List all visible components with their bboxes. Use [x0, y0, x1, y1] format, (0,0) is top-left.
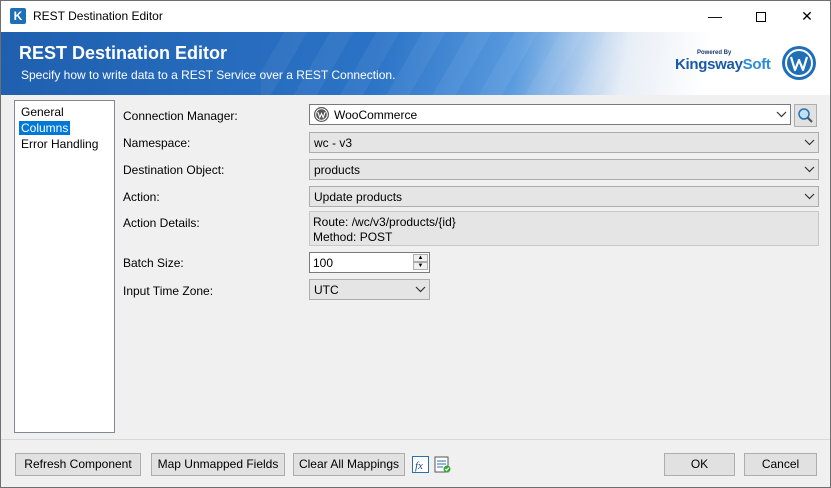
- wordpress-logo-icon: [782, 46, 816, 80]
- nav-item-columns[interactable]: Columns: [19, 121, 71, 135]
- stepper-up-icon[interactable]: ▲: [413, 254, 428, 262]
- action-details-method: Method: POST: [313, 230, 393, 244]
- destination-object-value: products: [314, 163, 361, 177]
- batch-size-stepper[interactable]: 100 ▲ ▼: [309, 252, 430, 273]
- wordpress-icon: [314, 107, 329, 122]
- time-zone-value: UTC: [314, 283, 339, 297]
- mapping-options-button[interactable]: [434, 456, 451, 473]
- window-title: REST Destination Editor: [33, 9, 163, 23]
- connection-manager-label: Connection Manager:: [123, 109, 238, 123]
- chevron-down-icon: [804, 139, 815, 146]
- cancel-button[interactable]: Cancel: [744, 453, 817, 476]
- nav-item-error-handling[interactable]: Error Handling: [19, 137, 100, 151]
- namespace-value: wc - v3: [314, 136, 353, 150]
- stepper-down-icon[interactable]: ▼: [413, 262, 428, 270]
- namespace-label: Namespace:: [123, 136, 191, 150]
- kingswaysoft-logo: Powered By KingswaySoft: [675, 50, 771, 76]
- ok-button[interactable]: OK: [664, 453, 735, 476]
- chevron-down-icon: [804, 193, 815, 200]
- connection-manager-value: WooCommerce: [334, 108, 418, 122]
- action-details-route: Route: /wc/v3/products/{id}: [313, 215, 456, 229]
- header-banner: REST Destination Editor Specify how to w…: [1, 32, 830, 95]
- chevron-down-icon: [804, 166, 815, 173]
- banner-title: REST Destination Editor: [19, 43, 228, 63]
- svg-text:fx: fx: [415, 460, 423, 472]
- search-connection-button[interactable]: [794, 104, 817, 127]
- footer-divider: [1, 439, 830, 440]
- document-check-icon: [434, 456, 451, 473]
- action-label: Action:: [123, 190, 160, 204]
- time-zone-select[interactable]: UTC: [309, 279, 430, 300]
- logo-brand: KingswaySoft: [675, 56, 771, 73]
- editor-window: K REST Destination Editor — ✕ REST Desti…: [0, 0, 831, 488]
- chevron-down-icon: [776, 111, 787, 118]
- fx-icon: fx: [412, 456, 429, 473]
- action-value: Update products: [314, 190, 403, 204]
- action-select[interactable]: Update products: [309, 186, 819, 207]
- map-unmapped-fields-button[interactable]: Map Unmapped Fields: [151, 453, 285, 476]
- batch-size-label: Batch Size:: [123, 256, 184, 270]
- action-details-box: Route: /wc/v3/products/{id} Method: POST: [309, 211, 819, 246]
- connection-manager-select[interactable]: WooCommerce: [309, 104, 791, 125]
- clear-all-mappings-button[interactable]: Clear All Mappings: [293, 453, 405, 476]
- maximize-button[interactable]: [738, 1, 784, 32]
- time-zone-label: Input Time Zone:: [123, 284, 214, 298]
- minimize-button[interactable]: —: [692, 1, 738, 32]
- nav-item-general[interactable]: General: [19, 105, 66, 119]
- stepper-buttons: ▲ ▼: [413, 254, 428, 271]
- refresh-component-button[interactable]: Refresh Component: [15, 453, 141, 476]
- action-details-label: Action Details:: [123, 216, 200, 230]
- maximize-icon: [756, 12, 766, 23]
- expression-button[interactable]: fx: [412, 456, 429, 473]
- destination-object-select[interactable]: products: [309, 159, 819, 180]
- banner-subtitle: Specify how to write data to a REST Serv…: [21, 68, 396, 82]
- magnifier-icon: [798, 108, 813, 123]
- app-icon: K: [10, 8, 26, 24]
- namespace-select[interactable]: wc - v3: [309, 132, 819, 153]
- destination-object-label: Destination Object:: [123, 163, 225, 177]
- close-button[interactable]: ✕: [784, 1, 830, 32]
- chevron-down-icon: [415, 286, 426, 293]
- page-nav-list: General Columns Error Handling: [14, 100, 115, 433]
- title-bar: K REST Destination Editor — ✕: [1, 1, 830, 32]
- batch-size-value: 100: [313, 256, 334, 270]
